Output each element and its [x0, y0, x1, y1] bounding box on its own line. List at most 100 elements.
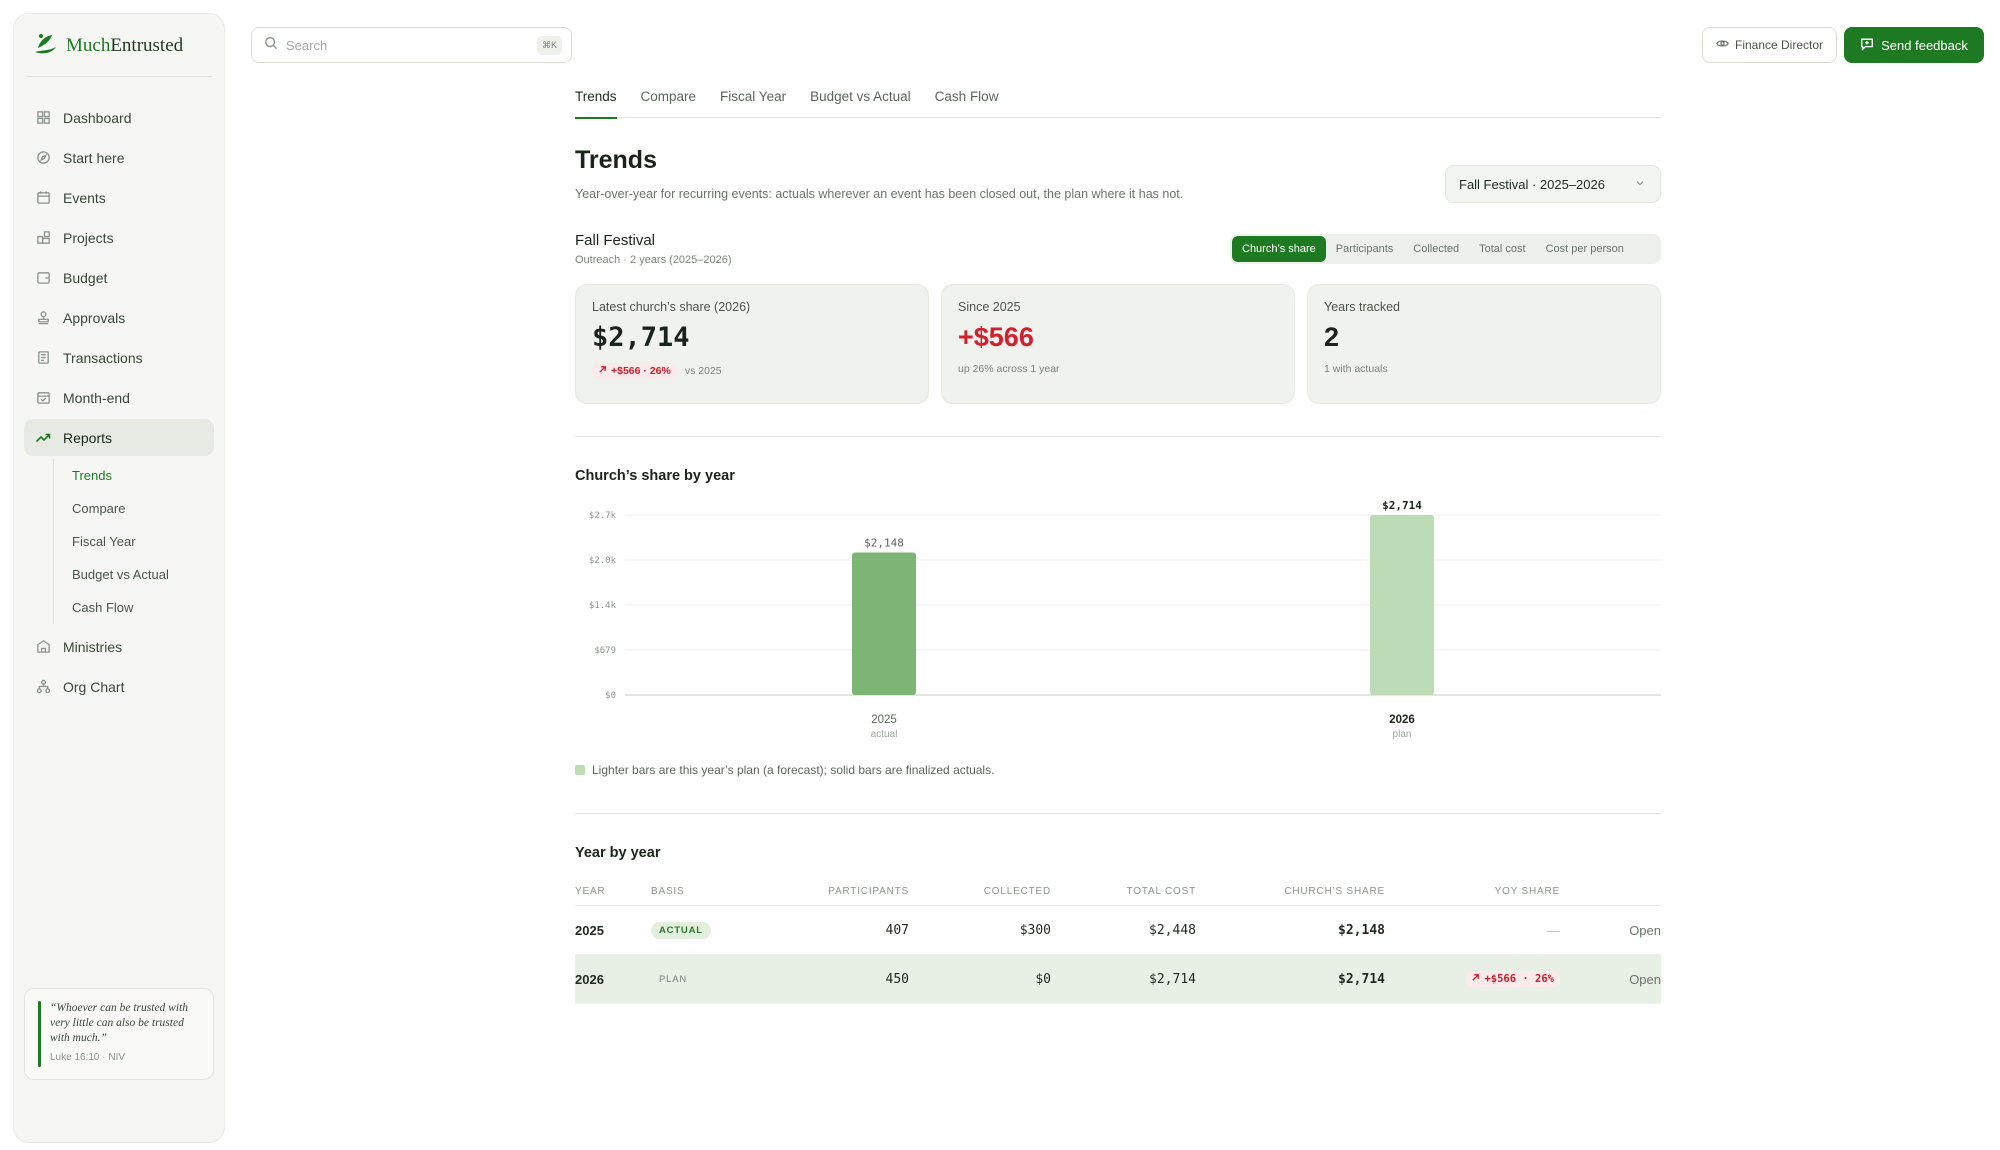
sidebar-item-events[interactable]: Events	[24, 179, 214, 216]
search-input[interactable]	[286, 37, 516, 53]
col-churchs-share: CHURCH’S SHARE	[1284, 886, 1385, 897]
sidebar-item-ministries[interactable]: Ministries	[24, 628, 214, 665]
sidebar-item-label: Org Chart	[63, 678, 125, 695]
cell-collected: $300	[1019, 922, 1051, 938]
y-tick-label: $0	[605, 691, 616, 701]
col-basis: BASIS	[651, 886, 685, 897]
cell-total-cost: $2,448	[1149, 922, 1196, 938]
metric-total-cost[interactable]: Total cost	[1469, 236, 1535, 262]
sidebar-item-transactions[interactable]: Transactions	[24, 339, 214, 376]
table-title: Year by year	[575, 845, 661, 861]
chart-legend: Lighter bars are this year’s plan (a for…	[575, 763, 994, 777]
subnav-item-trends[interactable]: Trends	[54, 459, 214, 492]
tab-fiscal-year[interactable]: Fiscal Year	[720, 86, 786, 118]
search-shortcut: ⌘K	[537, 36, 562, 55]
tab-cash-flow[interactable]: Cash Flow	[935, 86, 999, 118]
receipt-icon	[35, 350, 51, 366]
churchs-share-bar-chart: $0 $679 $1.4k $2.0k $2.7k $2,148 2025 actual $2,…	[589, 499, 1661, 740]
card-value: 2	[1324, 322, 1340, 352]
sidebar-item-projects[interactable]: Projects	[24, 219, 214, 256]
card-foot: up 26% across 1 year	[958, 363, 1060, 375]
cell-participants: 450	[885, 971, 909, 987]
sidebar-item-month-end[interactable]: Month-end	[24, 379, 214, 416]
tab-budget-vs-actual[interactable]: Budget vs Actual	[810, 86, 911, 118]
quote-accent-bar	[38, 1001, 41, 1067]
metric-churchs-share[interactable]: Church’s share	[1232, 236, 1326, 262]
yoy-value: —	[1547, 922, 1560, 938]
brand-name: MuchEntrusted	[66, 35, 184, 56]
sidebar-item-label: Month-end	[63, 389, 130, 406]
event-select-value: Fall Festival · 2025–2026	[1459, 176, 1605, 192]
grid-icon	[35, 110, 51, 126]
sidebar-item-dashboard[interactable]: Dashboard	[24, 99, 214, 136]
section-divider	[575, 436, 1661, 437]
card-foot: 1 with actuals	[1324, 363, 1388, 375]
arrow-up-right-icon	[598, 365, 607, 377]
x-tick-label: 2025	[871, 714, 897, 726]
change-pill-text: +$566 · 26%	[611, 365, 671, 377]
sidebar-item-label: Budget	[63, 269, 108, 286]
y-tick-label: $2.0k	[589, 556, 617, 566]
metric-cost-per-person[interactable]: Cost per person	[1536, 236, 1634, 262]
sidebar-nav: Dashboard Start here Events Projects Bud…	[24, 99, 214, 708]
tab-compare[interactable]: Compare	[641, 86, 697, 118]
cell-yoy-share: +$566 · 26%	[1385, 971, 1560, 987]
legend-swatch-plan	[575, 765, 585, 775]
metric-selector: Church’s share Participants Collected To…	[1230, 234, 1661, 264]
cell-churchs-share: $2,148	[1338, 922, 1385, 938]
basis-badge: ACTUAL	[651, 922, 711, 939]
subnav-item-fiscal-year[interactable]: Fiscal Year	[54, 525, 214, 558]
search-icon	[264, 36, 278, 55]
metric-participants[interactable]: Participants	[1326, 236, 1403, 262]
logo[interactable]: MuchEntrusted	[32, 30, 183, 62]
event-name: Fall Festival	[575, 232, 656, 249]
card-value: +$566	[958, 322, 1034, 352]
sidebar-item-approvals[interactable]: Approvals	[24, 299, 214, 336]
send-feedback-button[interactable]: Send feedback	[1844, 27, 1984, 63]
org-chart-icon	[35, 679, 51, 695]
trend-icon	[35, 430, 51, 446]
sidebar-item-org-chart[interactable]: Org Chart	[24, 668, 214, 705]
sidebar-divider	[26, 76, 212, 77]
card-label: Latest church’s share (2026)	[592, 300, 751, 314]
calendar-icon	[35, 190, 51, 206]
basis-badge: PLAN	[659, 974, 688, 985]
subnav-item-compare[interactable]: Compare	[54, 492, 214, 525]
metric-collected[interactable]: Collected	[1403, 236, 1469, 262]
quote-text: “Whoever can be trusted with very little…	[50, 1002, 188, 1044]
sidebar-item-label: Projects	[63, 229, 114, 246]
leaf-logo-icon	[32, 30, 60, 63]
legend-text: Lighter bars are this year’s plan (a for…	[592, 763, 995, 777]
event-select[interactable]: Fall Festival · 2025–2026	[1445, 165, 1661, 203]
blocks-icon	[35, 230, 51, 246]
sidebar-item-label: Reports	[63, 429, 113, 446]
table-row: 2025 ACTUAL 407 $300 $2,448 $2,148 — Ope…	[575, 906, 1661, 955]
x-tick-sublabel: plan	[1393, 729, 1412, 740]
chevron-down-icon	[1634, 177, 1646, 192]
subnav-item-cash-flow[interactable]: Cash Flow	[54, 591, 214, 624]
calendar-check-icon	[35, 390, 51, 406]
building-icon	[35, 639, 51, 655]
open-row-button[interactable]: Open	[1560, 972, 1661, 987]
col-total-cost: TOTAL COST	[1126, 886, 1196, 897]
arrow-up-right-icon	[1471, 973, 1480, 985]
open-row-button[interactable]: Open	[1560, 923, 1661, 938]
subnav-item-budget-vs-actual[interactable]: Budget vs Actual	[54, 558, 214, 591]
role-label: Finance Director	[1734, 38, 1824, 52]
quote-reference: Luke 16:10 · NIV	[50, 1052, 126, 1063]
sidebar-item-budget[interactable]: Budget	[24, 259, 214, 296]
card-foot-text: vs 2025	[684, 365, 722, 377]
x-tick-sublabel: actual	[871, 729, 898, 740]
bar	[1370, 515, 1434, 695]
cell-collected: $0	[1035, 971, 1051, 987]
card-value: $2,714	[592, 322, 690, 353]
search-box[interactable]: ⌘K	[251, 27, 572, 63]
role-view-button[interactable]: Finance Director	[1702, 27, 1837, 63]
sidebar-item-label: Approvals	[63, 309, 126, 326]
eye-icon	[1716, 37, 1729, 53]
tab-trends[interactable]: Trends	[575, 86, 617, 119]
scripture-quote: “Whoever can be trusted with very little…	[24, 988, 214, 1080]
sidebar-item-start-here[interactable]: Start here	[24, 139, 214, 176]
sidebar-item-reports[interactable]: Reports	[24, 419, 214, 456]
change-pill: +$566 · 26%	[592, 363, 677, 379]
